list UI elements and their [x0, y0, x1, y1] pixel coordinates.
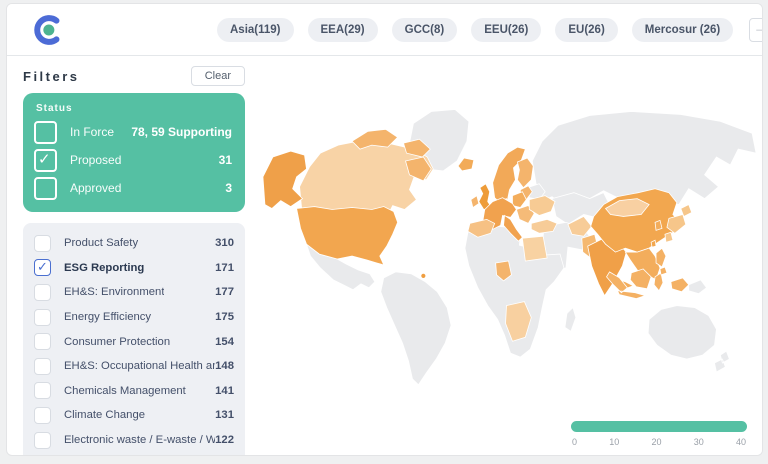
tab-gcc[interactable]: GCC(8)	[392, 18, 458, 42]
category-count: 310	[215, 237, 234, 249]
category-row: Product Safety 310	[34, 231, 234, 256]
category-count: 154	[215, 336, 234, 348]
region-tabs: Asia(119) EEA(29) GCC(8) EEU(26) EU(26) …	[217, 18, 733, 42]
world-map-area: 0 10 20 30 40	[257, 56, 762, 455]
legend-tick: 30	[694, 437, 704, 447]
status-panel-title: Status	[36, 103, 232, 114]
app-logo[interactable]	[31, 13, 65, 47]
clear-filters-button[interactable]: Clear	[191, 66, 245, 86]
status-row: Approved 3	[34, 174, 232, 202]
country-ireland[interactable]	[471, 196, 479, 208]
status-value: 78, 59 Supporting	[131, 125, 232, 139]
status-row: Proposed 31	[34, 146, 232, 174]
status-row: In Force 78, 59 Supporting	[34, 118, 232, 146]
choropleth-world-map	[257, 60, 762, 455]
checkbox-proposed[interactable]	[34, 149, 57, 172]
country-trinidad[interactable]	[421, 273, 426, 278]
status-label: Approved	[70, 181, 121, 195]
checkbox-product-safety[interactable]	[34, 235, 51, 252]
legend-tick: 0	[572, 437, 577, 447]
continent-south-america[interactable]	[381, 272, 451, 385]
category-row: ESG Reporting 171	[34, 256, 234, 281]
status-filter-panel: Status In Force 78, 59 Supporting Propos…	[23, 93, 245, 212]
country-madagascar[interactable]	[565, 308, 576, 332]
country-new-zealand[interactable]	[714, 351, 729, 372]
legend-ticks: 0 10 20 30 40	[571, 437, 747, 447]
category-row: Climate Change 131	[34, 403, 234, 428]
main-body: Filters Clear Status In Force 78, 59 Sup…	[7, 56, 762, 455]
category-label: Electronic waste / E-waste / WEEE	[64, 434, 215, 446]
header: Asia(119) EEA(29) GCC(8) EEU(26) EU(26) …	[7, 4, 762, 56]
tab-eu[interactable]: EU(26)	[555, 18, 617, 42]
region-alaska[interactable]	[263, 151, 307, 208]
category-count: 175	[215, 311, 234, 323]
category-count: 148	[215, 360, 234, 372]
category-row: Chemicals Management 141	[34, 379, 234, 404]
status-label: In Force	[70, 125, 114, 139]
category-label: Consumer Protection	[64, 336, 170, 348]
checkbox-consumer-protection[interactable]	[34, 333, 51, 350]
country-australia[interactable]	[648, 306, 716, 359]
category-label: Energy Efficiency	[64, 311, 151, 323]
category-count: 177	[215, 286, 234, 298]
status-value: 31	[219, 153, 232, 167]
country-egypt[interactable]	[522, 236, 547, 261]
map-legend: 0 10 20 30 40	[571, 421, 747, 447]
country-turkey[interactable]	[531, 219, 557, 233]
category-label: Product Safety	[64, 237, 138, 249]
checkbox-chemicals-management[interactable]	[34, 382, 51, 399]
legend-scale-bar	[571, 421, 747, 432]
tab-mercosur[interactable]: Mercosur (26)	[632, 18, 733, 42]
country-png[interactable]	[689, 280, 707, 294]
category-count: 122	[215, 434, 234, 446]
status-label: Proposed	[70, 153, 121, 167]
checkbox-ehs-occupational[interactable]	[34, 358, 51, 375]
category-row: Consumer Protection 154	[34, 329, 234, 354]
category-row: Wireless 121	[34, 452, 234, 456]
category-row: EH&S: Environment 177	[34, 280, 234, 305]
checkbox-approved[interactable]	[34, 177, 57, 200]
app-card: Asia(119) EEA(29) GCC(8) EEU(26) EU(26) …	[6, 3, 763, 456]
category-filter-panel: Product Safety 310 ESG Reporting 171 EH&…	[23, 223, 245, 456]
category-label: Chemicals Management	[64, 385, 186, 397]
legend-tick: 10	[609, 437, 619, 447]
tab-eeu[interactable]: EEU(26)	[471, 18, 541, 42]
tab-eea[interactable]: EEA(29)	[308, 18, 378, 42]
filters-sidebar: Filters Clear Status In Force 78, 59 Sup…	[7, 56, 257, 455]
category-count: 171	[215, 262, 234, 274]
country-iceland[interactable]	[458, 158, 474, 171]
checkbox-in-force[interactable]	[34, 121, 57, 144]
checkbox-esg-reporting[interactable]	[34, 259, 51, 276]
logo-dot	[43, 24, 54, 35]
checkbox-energy-efficiency[interactable]	[34, 309, 51, 326]
country-indonesia[interactable]	[607, 269, 689, 299]
category-count: 131	[215, 409, 234, 421]
category-label: Climate Change	[64, 409, 145, 421]
category-count: 141	[215, 385, 234, 397]
mini-input[interactable]	[749, 18, 763, 42]
category-row: Energy Efficiency 175	[34, 305, 234, 330]
category-label: ESG Reporting	[64, 262, 144, 274]
status-value: 3	[225, 181, 232, 195]
checkbox-ehs-environment[interactable]	[34, 284, 51, 301]
filters-title: Filters	[23, 69, 80, 84]
category-label: EH&S: Environment	[64, 286, 164, 298]
legend-tick: 20	[651, 437, 661, 447]
checkbox-e-waste[interactable]	[34, 432, 51, 449]
category-label: EH&S: Occupational Health and Sa...	[64, 360, 215, 372]
legend-tick: 40	[736, 437, 746, 447]
category-row: EH&S: Occupational Health and Sa... 148	[34, 354, 234, 379]
category-row: Electronic waste / E-waste / WEEE 122	[34, 428, 234, 453]
tab-asia[interactable]: Asia(119)	[217, 18, 294, 42]
country-finland[interactable]	[517, 158, 533, 188]
checkbox-climate-change[interactable]	[34, 407, 51, 424]
